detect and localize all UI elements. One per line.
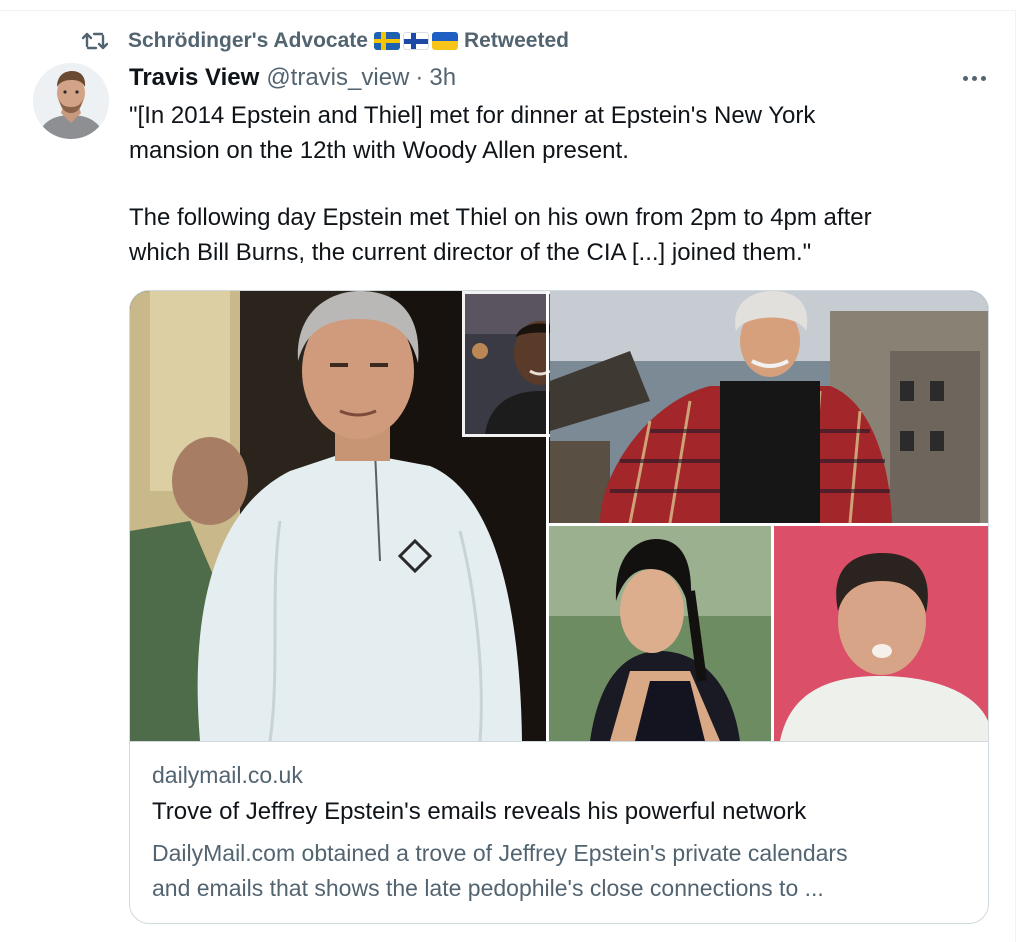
flag-ukraine-icon (431, 32, 458, 50)
flag-group (373, 32, 458, 50)
link-title: Trove of Jeffrey Epstein's emails reveal… (152, 798, 807, 825)
link-description-line: and emails that shows the late pedophile… (152, 875, 824, 901)
flag-sweden-icon (373, 32, 400, 50)
tweet-text-line: mansion on the 12th with Woody Allen pre… (129, 137, 629, 164)
link-domain: dailymail.co.uk (152, 762, 303, 788)
tweet-text-line: which Bill Burns, the current director o… (129, 239, 812, 266)
flag-finland-icon (402, 32, 429, 50)
retweet-banner[interactable]: Schrödinger's Advocate Retweeted (80, 26, 569, 56)
tweet-text-line: "[In 2014 Epstein and Thiel] met for din… (129, 102, 816, 129)
author-name[interactable]: Travis View (129, 64, 259, 92)
link-preview-meta[interactable]: dailymail.co.uk Trove of Jeffrey Epstein… (130, 741, 988, 923)
retweet-icon (80, 28, 110, 54)
avatar[interactable] (33, 63, 109, 139)
link-preview-image[interactable] (130, 291, 988, 742)
tweet-header: Travis View @travis_view · 3h (129, 62, 456, 94)
retweeted-label: Retweeted (463, 29, 569, 52)
header-separator: · (415, 64, 424, 91)
link-preview-card[interactable]: dailymail.co.uk Trove of Jeffrey Epstein… (129, 290, 989, 924)
tweet-text-line: The following day Epstein met Thiel on h… (129, 204, 872, 231)
avatar-photo (33, 63, 109, 139)
right-divider (1015, 10, 1016, 942)
more-options-icon[interactable] (956, 66, 992, 90)
link-description: DailyMail.com obtained a trove of Jeffre… (152, 836, 972, 906)
retweeter-name[interactable]: Schrödinger's Advocate (128, 29, 368, 53)
author-handle[interactable]: @travis_view (266, 64, 409, 92)
photo-collage (130, 291, 988, 742)
top-divider (0, 10, 1016, 11)
tweet-text: "[In 2014 Epstein and Thiel] met for din… (129, 98, 989, 270)
tweet-time[interactable]: 3h (429, 64, 456, 92)
link-description-line: DailyMail.com obtained a trove of Jeffre… (152, 840, 848, 866)
